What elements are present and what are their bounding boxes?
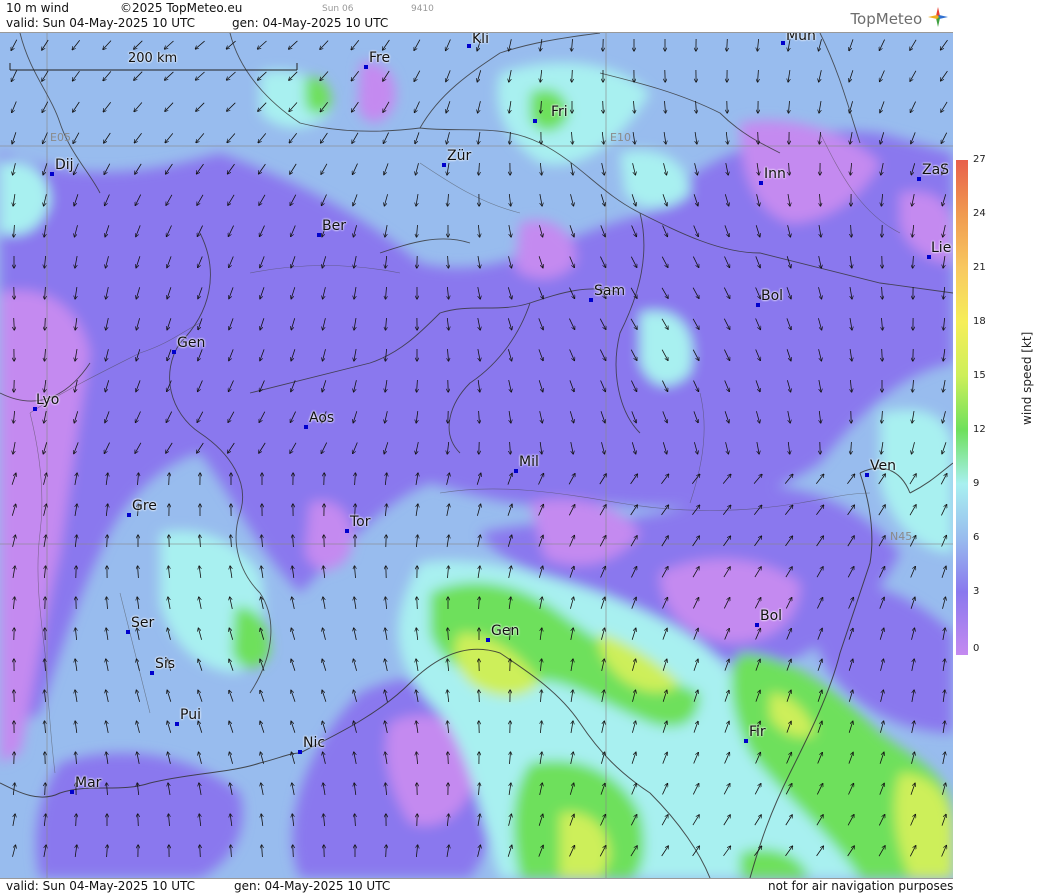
city-dot <box>755 623 759 627</box>
city-label-sam[interactable]: Sam <box>594 283 625 299</box>
city-dot <box>514 469 518 473</box>
legend-band <box>956 376 968 430</box>
city-label-tor[interactable]: Tor <box>350 514 371 530</box>
city-label-zas[interactable]: ZaS <box>922 162 949 178</box>
city-label-lyo[interactable]: Lyo <box>36 392 59 408</box>
legend-tick: 18 <box>973 316 986 327</box>
generated-time: gen: 04-May-2025 10 UTC <box>232 16 388 30</box>
city-label-lie[interactable]: Lie <box>931 240 951 256</box>
city-label-gen-it[interactable]: Gen <box>491 623 519 639</box>
copyright: ©2025 TopMeteo.eu <box>120 1 242 15</box>
scale-bar-label: 200 km <box>128 51 177 66</box>
city-dot <box>172 350 176 354</box>
city-label-mil[interactable]: Mil <box>519 454 539 470</box>
map-header: 10 m wind ©2025 TopMeteo.eu Sun 06 9410 … <box>0 0 953 33</box>
legend-tick: 15 <box>973 370 986 381</box>
city-dot <box>317 233 321 237</box>
wind-speed-legend: 27 24 21 18 15 12 9 6 3 0 <box>953 0 1045 893</box>
disclaimer: not for air navigation purposes <box>768 879 953 893</box>
city-label-zur[interactable]: Zür <box>447 148 471 164</box>
city-label-inn[interactable]: Inn <box>764 166 786 182</box>
city-dot <box>865 473 869 477</box>
legend-tick: 9 <box>973 478 979 489</box>
legend-band <box>956 160 968 214</box>
grid-label-e05: E05 <box>50 131 71 144</box>
legend-band <box>956 538 968 592</box>
city-dot <box>150 671 154 675</box>
legend-band <box>956 430 968 484</box>
city-label-fir[interactable]: Fir <box>749 724 766 740</box>
city-label-fri[interactable]: Fri <box>551 104 568 120</box>
compass-star-icon <box>927 6 949 28</box>
city-label-dij[interactable]: Dij <box>55 157 74 173</box>
city-label-mun[interactable]: Mun <box>786 33 816 44</box>
city-label-gre[interactable]: Gre <box>132 498 157 514</box>
wind-map-canvas <box>0 33 953 878</box>
legend-band <box>956 322 968 376</box>
wind-map[interactable]: 200 km E05 E10 N45 Kli Mun Fre Fri Dij Z… <box>0 33 953 878</box>
city-dot <box>175 722 179 726</box>
legend-band <box>956 592 968 655</box>
legend-tick: 21 <box>973 262 986 273</box>
city-dot <box>364 65 368 69</box>
city-label-bol-north[interactable]: Bol <box>761 288 783 304</box>
city-label-gen-ch[interactable]: Gen <box>177 335 205 351</box>
legend-band <box>956 214 968 268</box>
city-label-ven[interactable]: Ven <box>870 458 896 474</box>
product-title: 10 m wind <box>6 1 69 15</box>
city-label-fre[interactable]: Fre <box>369 50 390 66</box>
grid-label-e10: E10 <box>610 131 631 144</box>
city-label-mar[interactable]: Mar <box>75 775 101 791</box>
city-label-ber[interactable]: Ber <box>322 218 346 234</box>
city-label-bol-south[interactable]: Bol <box>760 608 782 624</box>
legend-tick: 27 <box>973 154 986 165</box>
city-dot <box>442 163 446 167</box>
city-dot <box>589 298 593 302</box>
city-dot <box>298 750 302 754</box>
code-small: 9410 <box>411 4 434 14</box>
city-dot <box>781 41 785 45</box>
city-label-nic[interactable]: Nic <box>303 735 325 751</box>
city-label-aos[interactable]: Aos <box>309 410 334 426</box>
grid-label-n45: N45 <box>890 530 912 543</box>
city-dot <box>304 425 308 429</box>
city-dot <box>70 790 74 794</box>
legend-tick: 12 <box>973 424 986 435</box>
legend-tick: 3 <box>973 586 979 597</box>
city-label-sis[interactable]: Sis <box>155 656 175 672</box>
city-label-pui[interactable]: Pui <box>180 707 201 723</box>
city-label-ser[interactable]: Ser <box>131 615 154 631</box>
city-dot <box>345 529 349 533</box>
city-dot <box>486 638 490 642</box>
footer-valid-time: valid: Sun 04-May-2025 10 UTC <box>6 879 195 893</box>
city-dot <box>917 177 921 181</box>
logo-text: TopMeteo <box>850 10 922 28</box>
city-dot <box>126 630 130 634</box>
legend-tick: 24 <box>973 208 986 219</box>
topmeteo-logo[interactable]: TopMeteo <box>850 6 949 28</box>
valid-time: valid: Sun 04-May-2025 10 UTC <box>6 16 195 30</box>
legend-band <box>956 484 968 538</box>
city-label-kli[interactable]: Kli <box>472 33 489 47</box>
legend-axis-label: wind speed [kt] <box>1020 332 1034 425</box>
city-dot <box>127 513 131 517</box>
city-dot <box>50 172 54 176</box>
legend-tick: 6 <box>973 532 979 543</box>
map-footer: valid: Sun 04-May-2025 10 UTC gen: 04-Ma… <box>0 878 953 894</box>
city-dot <box>533 119 537 123</box>
city-dot <box>756 303 760 307</box>
city-dot <box>759 181 763 185</box>
footer-generated-time: gen: 04-May-2025 10 UTC <box>234 879 390 893</box>
legend-tick: 0 <box>973 643 979 654</box>
day-small: Sun 06 <box>322 4 353 14</box>
city-dot <box>467 44 471 48</box>
legend-band <box>956 268 968 322</box>
city-dot <box>744 739 748 743</box>
